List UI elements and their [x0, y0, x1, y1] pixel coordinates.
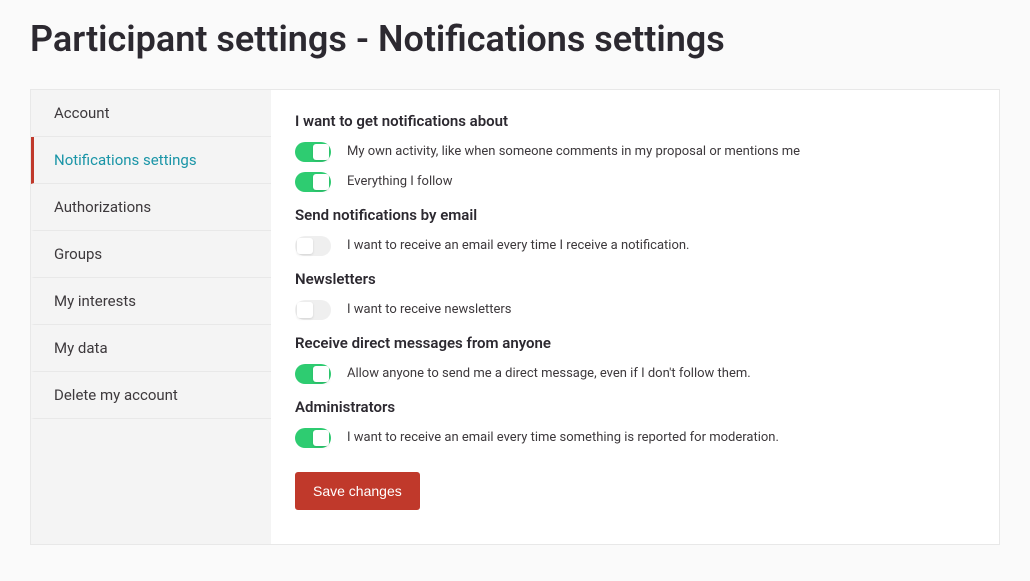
label-email-notif: I want to receive an email every time I …: [347, 238, 689, 255]
label-own-activity: My own activity, like when someone comme…: [347, 144, 800, 161]
row-dm: Allow anyone to send me a direct message…: [295, 364, 975, 384]
toggle-dm[interactable]: [295, 364, 331, 384]
row-newsletters: I want to receive newsletters: [295, 300, 975, 320]
toggle-everything-follow[interactable]: [295, 172, 331, 192]
row-own-activity: My own activity, like when someone comme…: [295, 142, 975, 162]
label-admins: I want to receive an email every time so…: [347, 430, 779, 447]
row-everything-follow: Everything I follow: [295, 172, 975, 192]
heading-admins: Administrators: [295, 398, 975, 416]
row-admins: I want to receive an email every time so…: [295, 428, 975, 448]
toggle-admins[interactable]: [295, 428, 331, 448]
sidebar-item-delete-account[interactable]: Delete my account: [31, 372, 271, 419]
heading-about: I want to get notifications about: [295, 112, 975, 130]
settings-panel: Account Notifications settings Authoriza…: [30, 89, 1000, 545]
label-everything-follow: Everything I follow: [347, 174, 452, 191]
label-dm: Allow anyone to send me a direct message…: [347, 366, 751, 383]
sidebar-item-authorizations[interactable]: Authorizations: [31, 184, 271, 231]
content-pane: I want to get notifications about My own…: [271, 90, 999, 544]
toggle-newsletters[interactable]: [295, 300, 331, 320]
row-email-notif: I want to receive an email every time I …: [295, 236, 975, 256]
heading-newsletters: Newsletters: [295, 270, 975, 288]
heading-email: Send notifications by email: [295, 206, 975, 224]
save-button[interactable]: Save changes: [295, 472, 420, 510]
sidebar-item-groups[interactable]: Groups: [31, 231, 271, 278]
sidebar-item-notifications[interactable]: Notifications settings: [31, 137, 271, 184]
toggle-email-notif[interactable]: [295, 236, 331, 256]
sidebar: Account Notifications settings Authoriza…: [31, 90, 271, 544]
toggle-own-activity[interactable]: [295, 142, 331, 162]
sidebar-item-my-data[interactable]: My data: [31, 325, 271, 372]
label-newsletters: I want to receive newsletters: [347, 302, 512, 319]
page-title: Participant settings - Notifications set…: [0, 0, 1030, 85]
heading-dm: Receive direct messages from anyone: [295, 334, 975, 352]
sidebar-item-my-interests[interactable]: My interests: [31, 278, 271, 325]
sidebar-item-account[interactable]: Account: [31, 90, 271, 137]
